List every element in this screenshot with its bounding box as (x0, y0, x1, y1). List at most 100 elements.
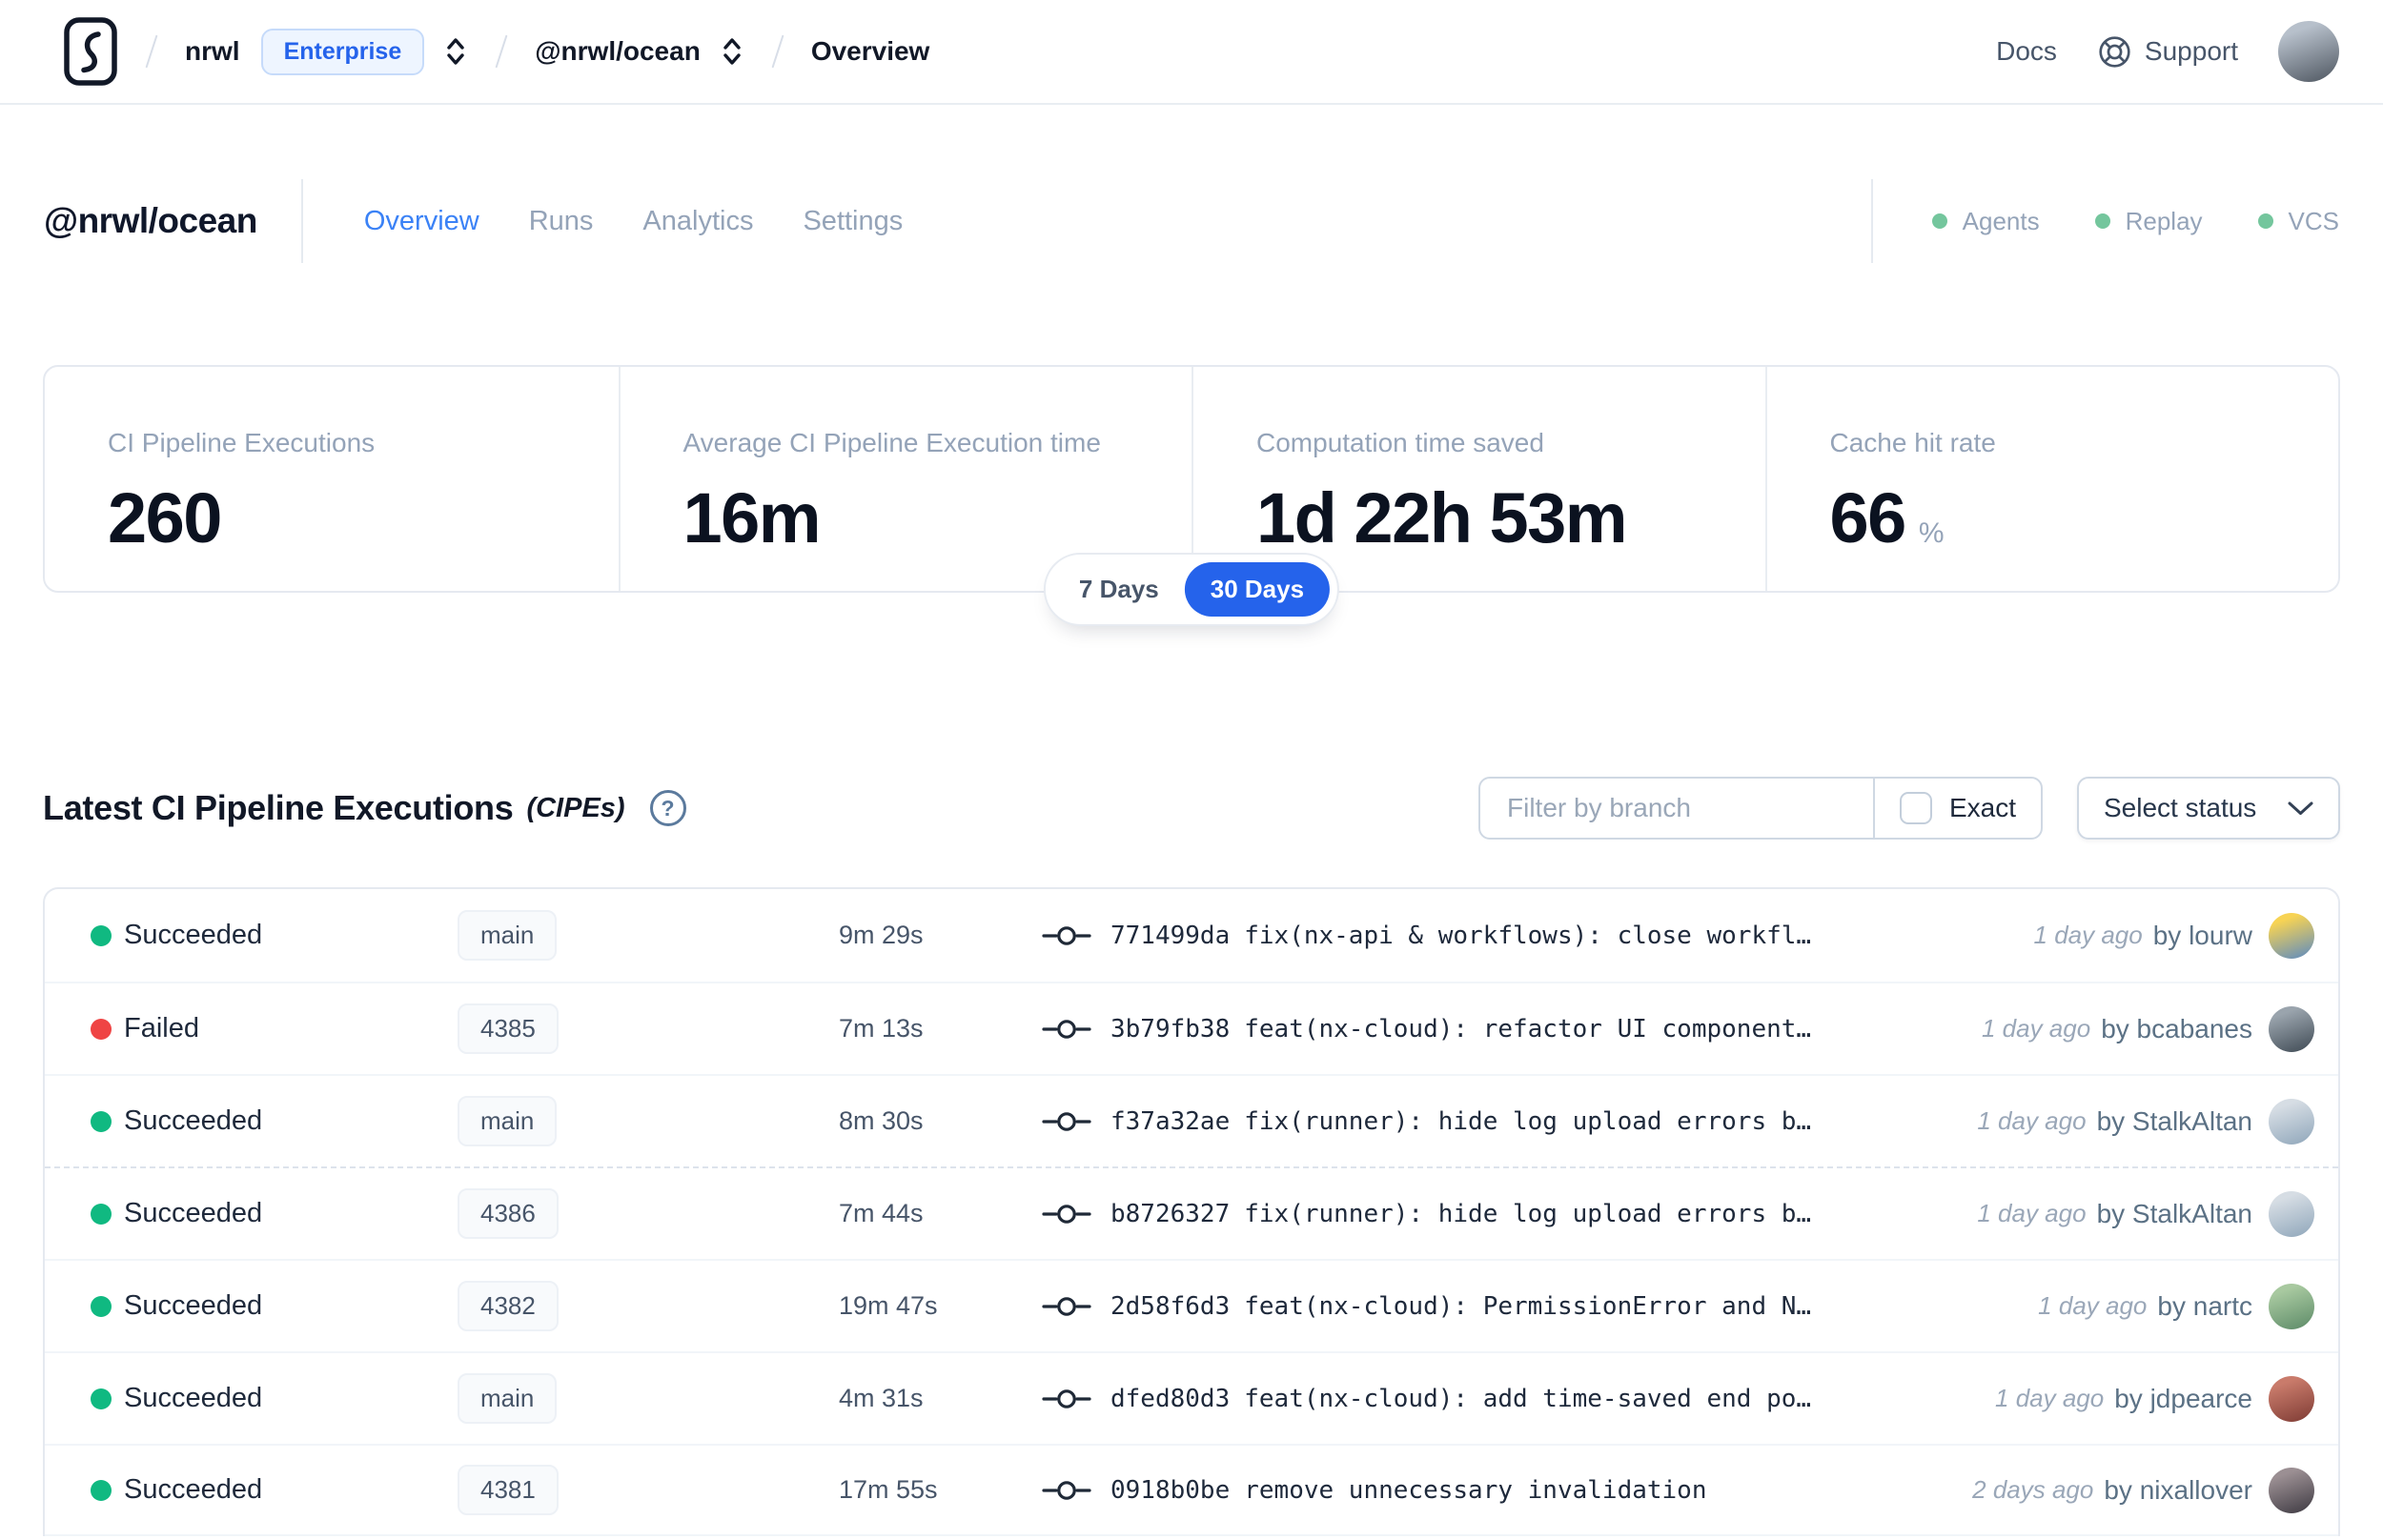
range-7-days[interactable]: 7 Days (1053, 562, 1185, 617)
help-icon[interactable]: ? (649, 790, 686, 826)
top-nav: nrwl Enterprise @nrwl/ocean Overview Doc… (0, 0, 2383, 105)
breadcrumb-separator (145, 34, 158, 69)
org-switcher-icon[interactable] (443, 34, 468, 69)
commit-message: fix(runner): hide log upload errors b… (1244, 1199, 1812, 1228)
tab-analytics[interactable]: Analytics (642, 206, 753, 237)
stat-value: 260 (108, 478, 222, 557)
cipe-status: Succeeded (124, 1383, 263, 1413)
commit-hash: 3b79fb38 (1110, 1014, 1231, 1044)
status-dot (91, 1479, 112, 1501)
table-row[interactable]: Succeeded main 8m 30s f37a32ae fix(runne… (45, 1074, 2338, 1166)
author-avatar (2269, 1375, 2314, 1422)
status-replay[interactable]: Replay (2094, 206, 2203, 236)
user-avatar[interactable] (2278, 21, 2339, 82)
status-dot (91, 1295, 112, 1317)
table-row[interactable]: Failed 4385 7m 13s 3b79fb38 feat(nx-clou… (45, 982, 2338, 1074)
stats-cards: CI Pipeline Executions 260 Average CI Pi… (43, 365, 2340, 626)
branch-badge[interactable]: 4385 (458, 1003, 559, 1054)
cipe-timestamp: 1 day ago (1995, 1384, 2105, 1412)
stat-label: CI Pipeline Executions (108, 428, 376, 457)
commit-message: fix(nx-api & workflows): close workfl… (1244, 921, 1812, 950)
cipe-section-header: Latest CI Pipeline Executions (CIPEs) ? … (43, 777, 2340, 840)
cipe-author: by nartc (2157, 1290, 2252, 1321)
branch-filter-group: Exact (1478, 777, 2043, 840)
exact-checkbox[interactable] (1899, 792, 1932, 824)
git-commit-icon (1042, 923, 1091, 948)
table-row[interactable]: Succeeded main 4m 31s dfed80d3 feat(nx-c… (45, 1351, 2338, 1444)
tab-runs[interactable]: Runs (529, 206, 594, 237)
commit-hash: 0918b0be (1110, 1475, 1231, 1505)
commit-message: feat(nx-cloud): PermissionError and N… (1244, 1291, 1812, 1321)
docs-link[interactable]: Docs (1996, 36, 2057, 67)
cipe-author: by lourw (2152, 920, 2252, 950)
breadcrumb-separator (495, 34, 508, 69)
cipe-duration: 7m 13s (839, 1014, 924, 1043)
cipe-status: Succeeded (124, 920, 263, 950)
branch-badge[interactable]: 4382 (458, 1281, 559, 1331)
plan-badge: Enterprise (260, 28, 425, 75)
branch-badge[interactable]: main (458, 1096, 558, 1146)
cipe-timestamp: 1 day ago (1977, 1199, 2087, 1227)
exact-match-toggle[interactable]: Exact (1872, 779, 2041, 838)
support-label: Support (2144, 36, 2238, 66)
stat-value: 66 (1829, 478, 1907, 557)
status-agents-label: Agents (1962, 206, 2040, 235)
cipe-author: by StalkAltan (2096, 1198, 2252, 1228)
status-vcs[interactable]: VCS (2257, 207, 2339, 236)
status-dot (91, 924, 112, 946)
git-commit-icon (1042, 1294, 1091, 1319)
nx-cloud-logo[interactable] (63, 16, 118, 87)
tab-settings[interactable]: Settings (803, 206, 903, 237)
cipe-author: by nixallover (2104, 1474, 2252, 1505)
git-commit-icon (1042, 1109, 1091, 1134)
table-row[interactable]: Succeeded main 9m 29s 771499da fix(nx-ap… (45, 889, 2338, 982)
author-avatar (2269, 912, 2314, 959)
workspace-switcher-icon[interactable] (720, 34, 744, 69)
status-dot (91, 1110, 112, 1132)
stat-cache-hit-rate: Cache hit rate 66 % (1764, 367, 2339, 591)
branch-badge[interactable]: 4381 (458, 1465, 559, 1515)
support-link[interactable]: Support (2097, 34, 2238, 70)
section-title: Latest CI Pipeline Executions (43, 788, 514, 827)
branch-badge[interactable]: main (458, 910, 558, 961)
integration-statuses: Agents Replay VCS (1870, 179, 2339, 263)
table-row[interactable]: Succeeded 4381 17m 55s 0918b0be remove u… (45, 1444, 2338, 1536)
status-agents[interactable]: Agents (1931, 206, 2040, 236)
status-select[interactable]: Select status (2077, 777, 2340, 840)
status-dot-green (2257, 213, 2273, 229)
status-dot-green (2094, 213, 2110, 229)
git-commit-icon (1042, 1478, 1091, 1503)
table-row[interactable]: Succeeded 4382 19m 47s 2d58f6d3 feat(nx-… (45, 1259, 2338, 1351)
cipe-duration: 4m 31s (839, 1384, 924, 1412)
cipe-author: by StalkAltan (2096, 1105, 2252, 1136)
cipe-duration: 9m 29s (839, 921, 924, 949)
author-avatar (2269, 1283, 2314, 1329)
commit-hash: 2d58f6d3 (1110, 1291, 1231, 1321)
nx-cloud-logo-icon (63, 16, 118, 87)
status-dot (91, 1388, 112, 1409)
cipe-duration: 7m 44s (839, 1199, 924, 1227)
cipe-duration: 17m 55s (839, 1475, 938, 1504)
breadcrumb-workspace[interactable]: @nrwl/ocean (535, 36, 701, 67)
cipe-timestamp: 1 day ago (1981, 1014, 2091, 1043)
branch-badge[interactable]: 4386 (458, 1188, 559, 1239)
branch-badge[interactable]: main (458, 1373, 558, 1424)
section-subtitle: (CIPEs) (526, 792, 625, 823)
commit-hash: b8726327 (1110, 1199, 1231, 1228)
status-replay-label: Replay (2125, 206, 2203, 235)
range-30-days[interactable]: 30 Days (1184, 562, 1331, 617)
status-dot (91, 1203, 112, 1225)
chevron-down-icon (2288, 800, 2313, 817)
cipe-status: Succeeded (124, 1290, 263, 1321)
branch-filter-input[interactable] (1480, 779, 1873, 838)
status-select-label: Select status (2104, 793, 2257, 822)
table-row[interactable]: Succeeded 4386 7m 44s b8726327 fix(runne… (45, 1166, 2338, 1259)
tab-overview[interactable]: Overview (364, 206, 479, 237)
cipe-author: by bcabanes (2101, 1013, 2252, 1044)
stat-label: Cache hit rate (1829, 428, 1996, 457)
date-range-toggle: 7 Days 30 Days (1043, 553, 1340, 626)
lifebuoy-icon (2097, 34, 2132, 70)
breadcrumb-org[interactable]: nrwl (185, 36, 240, 67)
commit-message: feat(nx-cloud): add time-saved end po… (1244, 1384, 1812, 1413)
stat-value: 16m (682, 478, 822, 557)
